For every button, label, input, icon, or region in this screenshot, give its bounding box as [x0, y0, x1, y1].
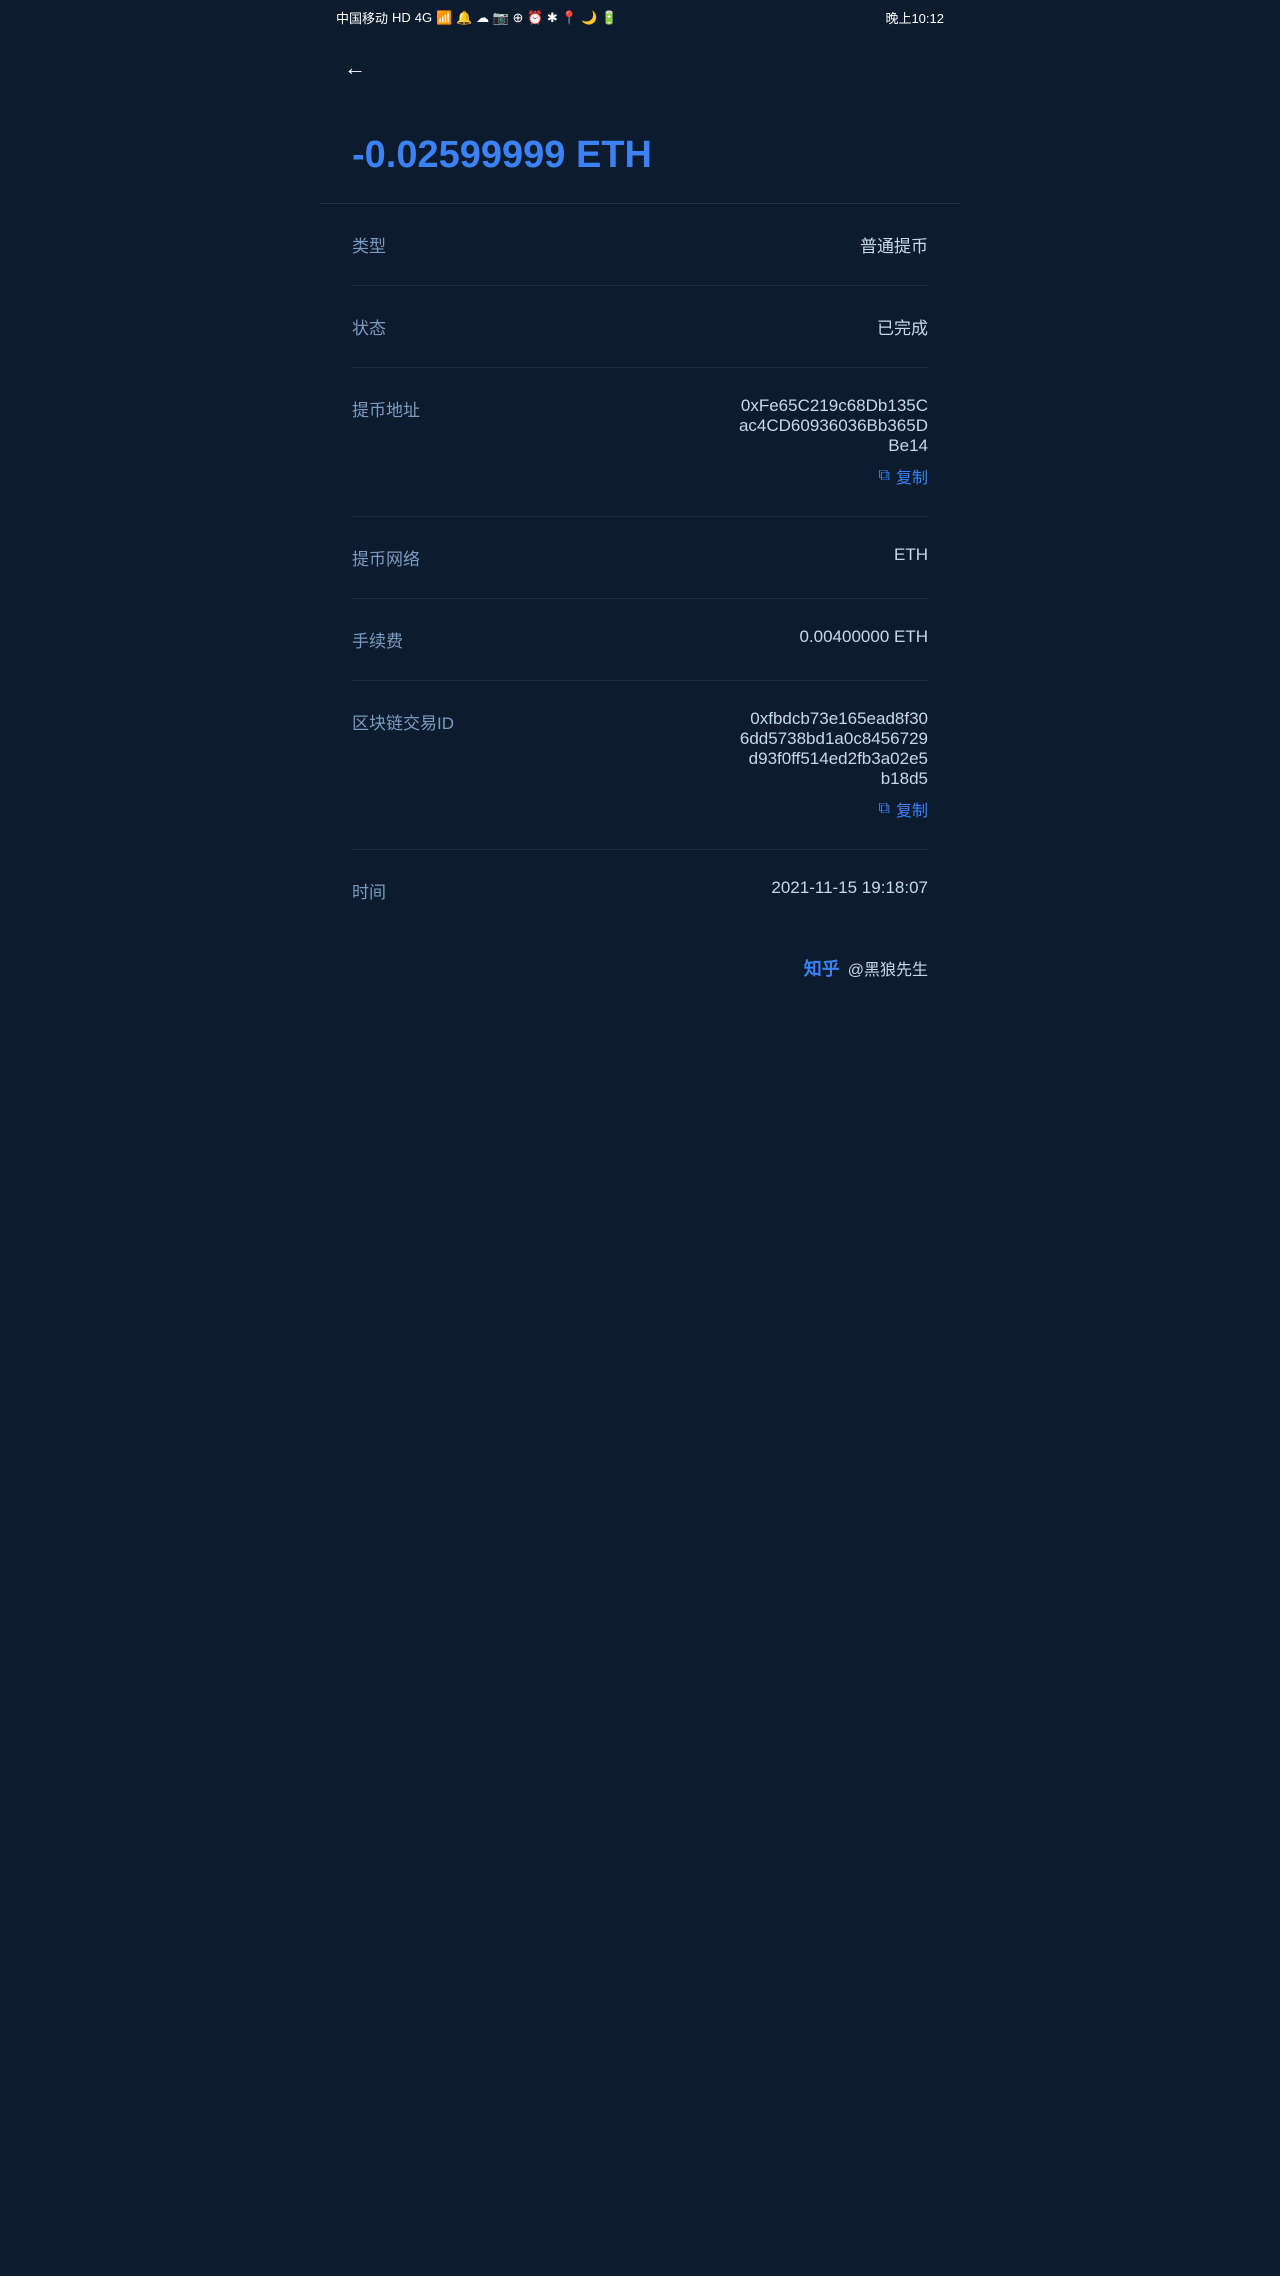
fee-row: 手续费 0.00400000 ETH	[352, 599, 928, 681]
txid-row: 区块链交易ID 0xfbdcb73e165ead8f30 6dd5738bd1a…	[352, 681, 928, 850]
fee-value: 0.00400000 ETH	[419, 627, 928, 647]
type-row: 类型 普通提币	[352, 204, 928, 286]
address-copy-button[interactable]: ⧉ 复制	[879, 464, 928, 488]
status-bar-time: 晚上10:12	[885, 8, 944, 27]
detail-section: 类型 普通提币 状态 已完成 提币地址 0xFe65C219c68Db135C …	[320, 204, 960, 931]
status-label: 状态	[352, 314, 402, 339]
amount-section: -0.02599999 ETH	[320, 101, 960, 204]
status-row: 状态 已完成	[352, 286, 928, 368]
address-line1: 0xFe65C219c68Db135C	[741, 396, 928, 416]
header: ←	[320, 35, 960, 101]
fee-label: 手续费	[352, 627, 419, 652]
time-value: 2021-11-15 19:18:07	[402, 878, 928, 898]
network-row: 提币网络 ETH	[352, 517, 928, 599]
txid-line4: b18d5	[881, 769, 928, 789]
hd-badge: HD	[392, 10, 411, 25]
signal-icon: 📶	[436, 10, 452, 26]
status-bar: 中国移动 HD 4G 📶 🔔 ☁ 📷 ⊕ ⏰ ✱ 📍 🌙 🔋 晚上10:12	[320, 0, 960, 35]
watermark-platform: 知乎	[804, 955, 840, 981]
status-bar-left: 中国移动 HD 4G 📶 🔔 ☁ 📷 ⊕ ⏰ ✱ 📍 🌙 🔋	[336, 8, 617, 27]
txid-copy-button[interactable]: ⧉ 复制	[879, 797, 928, 821]
address-value-container: 0xFe65C219c68Db135C ac4CD60936036Bb365D …	[436, 396, 928, 488]
icons-area: 🔔 ☁ 📷 ⊕ ⏰ ✱ 📍 🌙 🔋	[456, 10, 617, 26]
txid-line3: d93f0ff514ed2fb3a02e5	[749, 749, 928, 769]
address-line3: Be14	[888, 436, 928, 456]
address-row: 提币地址 0xFe65C219c68Db135C ac4CD60936036Bb…	[352, 368, 928, 517]
footer-watermark: 知乎 @黑狼先生	[320, 931, 960, 1021]
watermark-handle: @黑狼先生	[848, 956, 928, 980]
signal-label: 4G	[415, 10, 432, 25]
time-label: 时间	[352, 878, 402, 903]
txid-copy-label: 复制	[896, 797, 928, 821]
address-label: 提币地址	[352, 396, 436, 421]
txid-value-container: 0xfbdcb73e165ead8f30 6dd5738bd1a0c845672…	[470, 709, 928, 821]
txid-line1: 0xfbdcb73e165ead8f30	[750, 709, 928, 729]
txid-line2: 6dd5738bd1a0c8456729	[740, 729, 928, 749]
amount-value: -0.02599999 ETH	[352, 133, 928, 179]
txid-label: 区块链交易ID	[352, 709, 470, 734]
network-value: ETH	[436, 545, 928, 565]
carrier-label: 中国移动	[336, 8, 388, 27]
address-copy-label: 复制	[896, 464, 928, 488]
back-button[interactable]: ←	[344, 51, 374, 85]
copy-txid-icon: ⧉	[879, 800, 890, 818]
type-label: 类型	[352, 232, 402, 257]
time-row: 时间 2021-11-15 19:18:07	[352, 850, 928, 931]
network-label: 提币网络	[352, 545, 436, 570]
address-line2: ac4CD60936036Bb365D	[739, 416, 928, 436]
status-value: 已完成	[402, 314, 928, 339]
type-value: 普通提币	[402, 232, 928, 257]
copy-address-icon: ⧉	[879, 467, 890, 485]
